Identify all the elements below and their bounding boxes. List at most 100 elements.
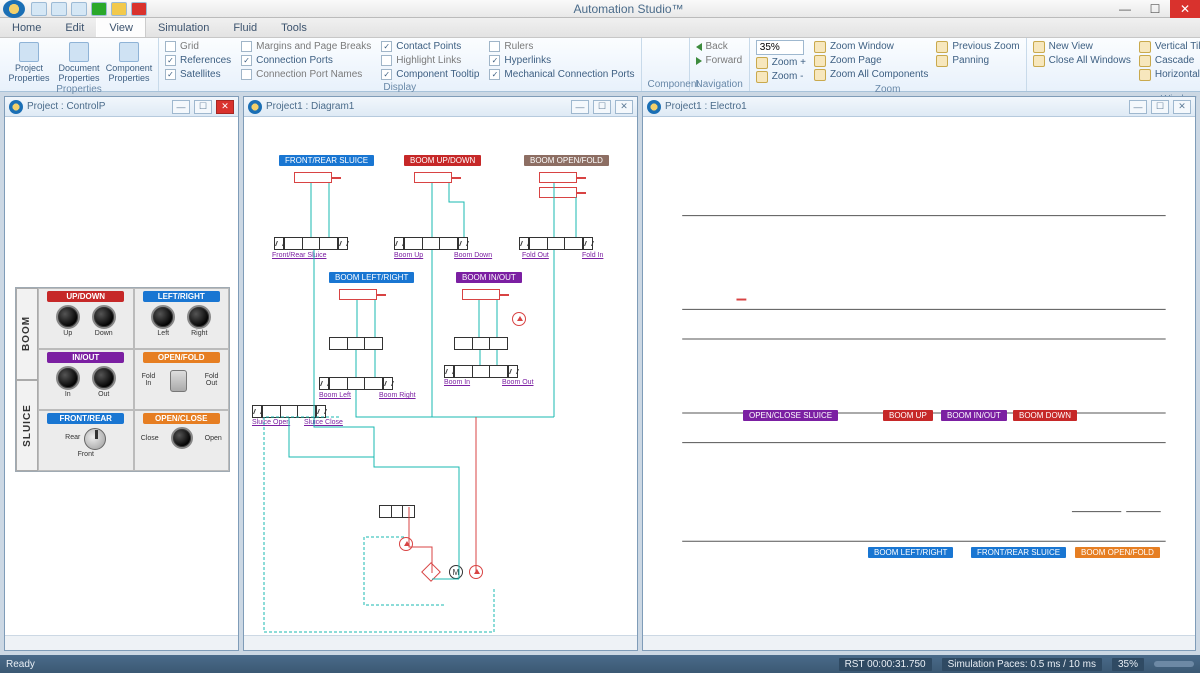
pane-scrollbar[interactable] xyxy=(5,635,238,650)
knob-out[interactable] xyxy=(92,366,116,390)
cascade-button[interactable]: Cascade xyxy=(1139,54,1200,67)
valve-sluice[interactable] xyxy=(284,237,338,250)
menu-simulation[interactable]: Simulation xyxy=(146,18,221,37)
link-boom-left[interactable]: Boom Left xyxy=(319,392,351,399)
electrical-diagram[interactable]: OPEN/CLOSE SLUICE BOOM UP BOOM IN/OUT BO… xyxy=(643,117,1195,635)
pane-min-button[interactable]: — xyxy=(172,100,190,114)
qat-undo-icon[interactable] xyxy=(51,2,67,16)
new-view-button[interactable]: New View xyxy=(1033,40,1131,53)
pane-max-button[interactable]: ☐ xyxy=(194,100,212,114)
maximize-button[interactable]: ☐ xyxy=(1140,0,1170,18)
pane-scrollbar[interactable] xyxy=(643,635,1195,650)
previous-zoom-button[interactable]: Previous Zoom xyxy=(936,40,1019,53)
cylinder-sluice[interactable] xyxy=(294,172,332,183)
valve-sluice-open[interactable] xyxy=(262,405,316,418)
pane-title-bar[interactable]: Project1 : Diagram1 — ☐ ✕ xyxy=(244,97,637,117)
knob-up[interactable] xyxy=(56,305,80,329)
chk-connection-port-names[interactable]: Connection Port Names xyxy=(241,68,371,81)
link-sluice-close[interactable]: Sluice Close xyxy=(304,419,343,426)
chk-component-tooltip[interactable]: ✓Component Tooltip xyxy=(381,68,479,81)
zoom-input[interactable] xyxy=(756,40,804,55)
chk-connection-ports[interactable]: ✓Connection Ports xyxy=(241,54,371,67)
component-icon[interactable] xyxy=(657,40,673,52)
motor-icon[interactable]: M xyxy=(449,565,463,579)
link-boom-right[interactable]: Boom Right xyxy=(379,392,416,399)
pane-content[interactable]: BOOM SLUICE UP/DOWNUpDown LEFT/RIGHTLeft… xyxy=(5,117,238,635)
nav-back-button[interactable]: Back xyxy=(696,40,743,53)
chk-hyperlinks[interactable]: ✓Hyperlinks xyxy=(489,54,634,67)
link-sluice-open[interactable]: Sluice Open xyxy=(252,419,290,426)
cylinder-boom-io[interactable] xyxy=(462,289,500,300)
pane-close-button[interactable]: ✕ xyxy=(216,100,234,114)
pane-min-button[interactable]: — xyxy=(571,100,589,114)
pane-close-button[interactable]: ✕ xyxy=(1173,100,1191,114)
zoom-window-button[interactable]: Zoom Window xyxy=(814,40,928,53)
menu-edit[interactable]: Edit xyxy=(53,18,96,37)
chk-highlight-links[interactable]: Highlight Links xyxy=(381,54,479,67)
switch-openfold[interactable] xyxy=(170,370,187,392)
link-boom-in[interactable]: Boom In xyxy=(444,379,470,386)
cylinder-boom-lr[interactable] xyxy=(339,289,377,300)
component-properties-button[interactable]: ComponentProperties xyxy=(106,40,152,83)
valve-lock-lr[interactable] xyxy=(329,337,383,350)
link-fold-in[interactable]: Fold In xyxy=(582,252,603,259)
chk-margins[interactable]: Margins and Page Breaks xyxy=(241,40,371,53)
status-zoom-slider[interactable] xyxy=(1154,661,1194,667)
valve-boom-ud[interactable] xyxy=(404,237,458,250)
rotary-frontrear[interactable] xyxy=(84,428,106,450)
hydraulic-diagram[interactable]: FRONT/REAR SLUICE BOOM UP/DOWN BOOM OPEN… xyxy=(244,117,637,635)
project-properties-button[interactable]: ProjectProperties xyxy=(6,40,52,83)
nav-forward-button[interactable]: Forward xyxy=(696,54,743,67)
relief-symbol[interactable] xyxy=(399,537,413,551)
pane-max-button[interactable]: ☐ xyxy=(1151,100,1169,114)
pane-scrollbar[interactable] xyxy=(244,635,637,650)
qat-redo-icon[interactable] xyxy=(71,2,87,16)
valve-lock-io[interactable] xyxy=(454,337,508,350)
chk-mech-conn-ports[interactable]: ✓Mechanical Connection Ports xyxy=(489,68,634,81)
valve-boom-fold[interactable] xyxy=(529,237,583,250)
pump-icon[interactable] xyxy=(469,565,483,579)
valve-boom-io[interactable] xyxy=(454,365,508,378)
menu-fluid[interactable]: Fluid xyxy=(221,18,269,37)
filter-icon[interactable] xyxy=(421,562,441,582)
minimize-button[interactable]: — xyxy=(1110,0,1140,18)
document-properties-button[interactable]: DocumentProperties xyxy=(56,40,102,83)
knob-in[interactable] xyxy=(56,366,80,390)
pane-max-button[interactable]: ☐ xyxy=(593,100,611,114)
pane-title-bar[interactable]: Project1 : Electro1 — ☐ ✕ xyxy=(643,97,1195,117)
qat-save-icon[interactable] xyxy=(31,2,47,16)
qat-stop-icon[interactable] xyxy=(131,2,147,16)
pane-close-button[interactable]: ✕ xyxy=(615,100,633,114)
chk-satellites[interactable]: ✓Satellites xyxy=(165,68,231,81)
link-boom-out[interactable]: Boom Out xyxy=(502,379,534,386)
zoom-all-button[interactable]: Zoom All Components xyxy=(814,68,928,81)
qat-run-icon[interactable] xyxy=(91,2,107,16)
zoom-plus-button[interactable]: Zoom + xyxy=(756,56,806,69)
knob-right[interactable] xyxy=(187,305,211,329)
chk-grid[interactable]: Grid xyxy=(165,40,231,53)
menu-view[interactable]: View xyxy=(96,18,146,37)
close-button[interactable]: ✕ xyxy=(1170,0,1200,18)
horizontal-tile-button[interactable]: Horizontal Tile xyxy=(1139,68,1200,81)
chk-references[interactable]: ✓References xyxy=(165,54,231,67)
knob-down[interactable] xyxy=(92,305,116,329)
zoom-page-button[interactable]: Zoom Page xyxy=(814,54,928,67)
component-icon-2[interactable] xyxy=(657,58,673,70)
pane-min-button[interactable]: — xyxy=(1129,100,1147,114)
chk-contact-points[interactable]: ✓Contact Points xyxy=(381,40,479,53)
link-fold-out[interactable]: Fold Out xyxy=(522,252,549,259)
pane-title-bar[interactable]: Project : ControlP — ☐ ✕ xyxy=(5,97,238,117)
valve-boom-lr[interactable] xyxy=(329,377,383,390)
menu-home[interactable]: Home xyxy=(0,18,53,37)
cylinder-boom-fold-b[interactable] xyxy=(539,187,577,198)
accumulator-icon[interactable] xyxy=(512,312,526,326)
link-front-rear[interactable]: Front/Rear Sluice xyxy=(272,252,326,259)
zoom-minus-button[interactable]: Zoom - xyxy=(756,70,806,83)
menu-tools[interactable]: Tools xyxy=(269,18,319,37)
qat-pause-icon[interactable] xyxy=(111,2,127,16)
knob-left[interactable] xyxy=(151,305,175,329)
close-all-button[interactable]: Close All Windows xyxy=(1033,54,1131,67)
link-boom-down[interactable]: Boom Down xyxy=(454,252,492,259)
vertical-tile-button[interactable]: Vertical Tile xyxy=(1139,40,1200,53)
panning-button[interactable]: Panning xyxy=(936,54,1019,67)
